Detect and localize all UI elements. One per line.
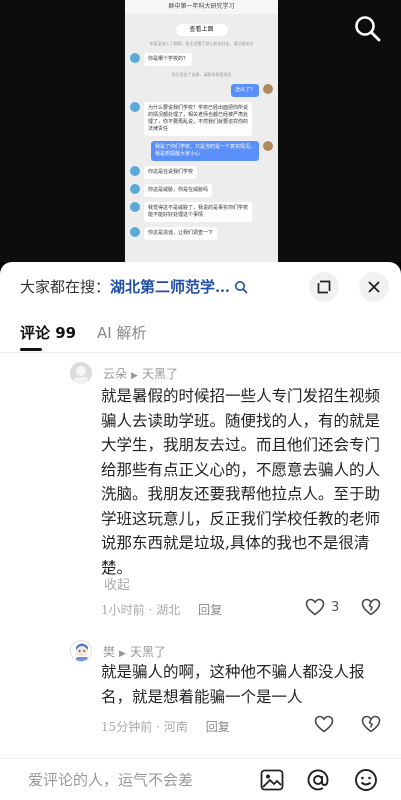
chat-more-button: 查看上面 [175,24,228,36]
suggested-search-bar[interactable]: 大家都在搜： 湖北第二师范学… [0,262,401,310]
search-icon[interactable] [234,279,248,294]
reply-arrow-icon: ▶ [119,649,126,659]
comment-input-bar[interactable]: 爱评论的人，运气不会差 [0,758,401,800]
chat-message: 我觉得这不是威胁了，我说的是事实你们学校能不能好好处理这个事情 [130,202,273,222]
avatar [130,227,140,237]
avatar [130,102,140,112]
chat-title: 群中第一年科大研究学习 [125,0,278,14]
reply-to-username[interactable]: 天黑了 [130,645,166,659]
comment-username[interactable]: 樊 [103,645,115,659]
chat-message: 你这是在说我们学校 [130,166,273,179]
heart-icon [314,715,334,733]
close-icon[interactable] [359,272,389,302]
chat-message: 你这是造谣，让我们调查一下 [130,227,273,240]
reply-button[interactable]: 回复 [206,720,230,734]
comment-username[interactable]: 云朵 [103,367,127,381]
heart-icon [305,598,325,616]
comment-header: 樊 ▶ 天黑了 [103,643,166,660]
like-button[interactable] [314,715,340,733]
suggested-search-term[interactable]: 湖北第二师范学… [110,276,230,297]
reply-arrow-icon: ▶ [131,371,138,381]
comment-meta: 1小时前 · 湖北 回复 [101,603,223,617]
emoji-icon[interactable] [353,767,379,793]
comment-input-placeholder[interactable]: 爱评论的人，运气不会差 [28,769,193,790]
avatar [130,53,140,63]
chat-message: 你是哪个学校的？ [130,53,273,66]
like-button[interactable]: 3 [305,598,339,616]
comment-location: 河南 [163,720,188,734]
minimize-icon[interactable] [309,272,339,302]
dislike-button[interactable] [361,598,381,616]
comment-time: 1小时前 [101,603,145,617]
avatar [130,184,140,194]
comment-text: 就是暑假的时候招一些人专门发招生视频骗人去读助学班。随便找的人，有的就是大学生，… [101,387,381,577]
broken-heart-icon [361,715,381,733]
search-icon[interactable] [353,14,383,44]
avatar[interactable] [70,362,92,384]
like-count: 3 [331,599,340,615]
comment-location: 湖北 [156,603,181,617]
reply-button[interactable]: 回复 [198,603,222,617]
divider [0,352,401,353]
mention-icon[interactable] [305,767,331,793]
tab-active-indicator [20,348,42,351]
chat-message: 我是了你们学校，只是当时是一个真实情况，我是想提醒大家小心 [130,141,273,161]
comment-header: 云朵 ▶ 天黑了 [103,365,178,382]
comment-text: 就是骗人的啊，这种他不骗人都没人报名，就是想着能骗一个是一人 [101,663,365,706]
collapse-link[interactable]: 收起 [104,574,130,593]
video-frame-chat-screenshot: 群中第一年科大研究学习 查看上面 李某某加入了群聊，群主设置了禁止私加好友，请注… [125,0,278,262]
chat-message: 为什么要说我们学校？学校已经出面把你所说的情况都处理了，相关老师也都已经被严肃处… [130,102,273,136]
comment-time: 15分钟前 [101,720,153,734]
comment-sheet: 大家都在搜： 湖北第二师范学… 评论 99 AI 解析 云朵 ▶ 天黑了 就是暑假的… [0,262,401,800]
avatar [130,166,140,176]
avatar[interactable] [70,640,92,662]
image-icon[interactable] [259,767,285,793]
chat-message: 怎么了？ [130,84,273,97]
chat-message: 你这是威胁，你是在威胁吗 [130,184,273,197]
broken-heart-icon [361,598,381,616]
dislike-button[interactable] [361,715,381,733]
chat-system-note: 你已添加了该群，请联系群管理员 [171,72,232,77]
reply-to-username[interactable]: 天黑了 [142,367,178,381]
comment-meta: 15分钟前 · 河南 回复 [101,720,230,734]
suggested-search-prefix: 大家都在搜： [20,277,111,296]
chat-system-note: 李某某加入了群聊，群主设置了禁止私加好友，请注意安全 [149,41,254,46]
tab-ai-analysis[interactable]: AI 解析 [97,322,146,343]
video-player[interactable]: 群中第一年科大研究学习 查看上面 李某某加入了群聊，群主设置了禁止私加好友，请注… [0,0,401,262]
avatar [130,202,140,212]
tab-comments[interactable]: 评论 99 [20,322,76,343]
tab-bar: 评论 99 AI 解析 [0,318,401,351]
avatar [263,141,273,151]
avatar [263,84,273,94]
